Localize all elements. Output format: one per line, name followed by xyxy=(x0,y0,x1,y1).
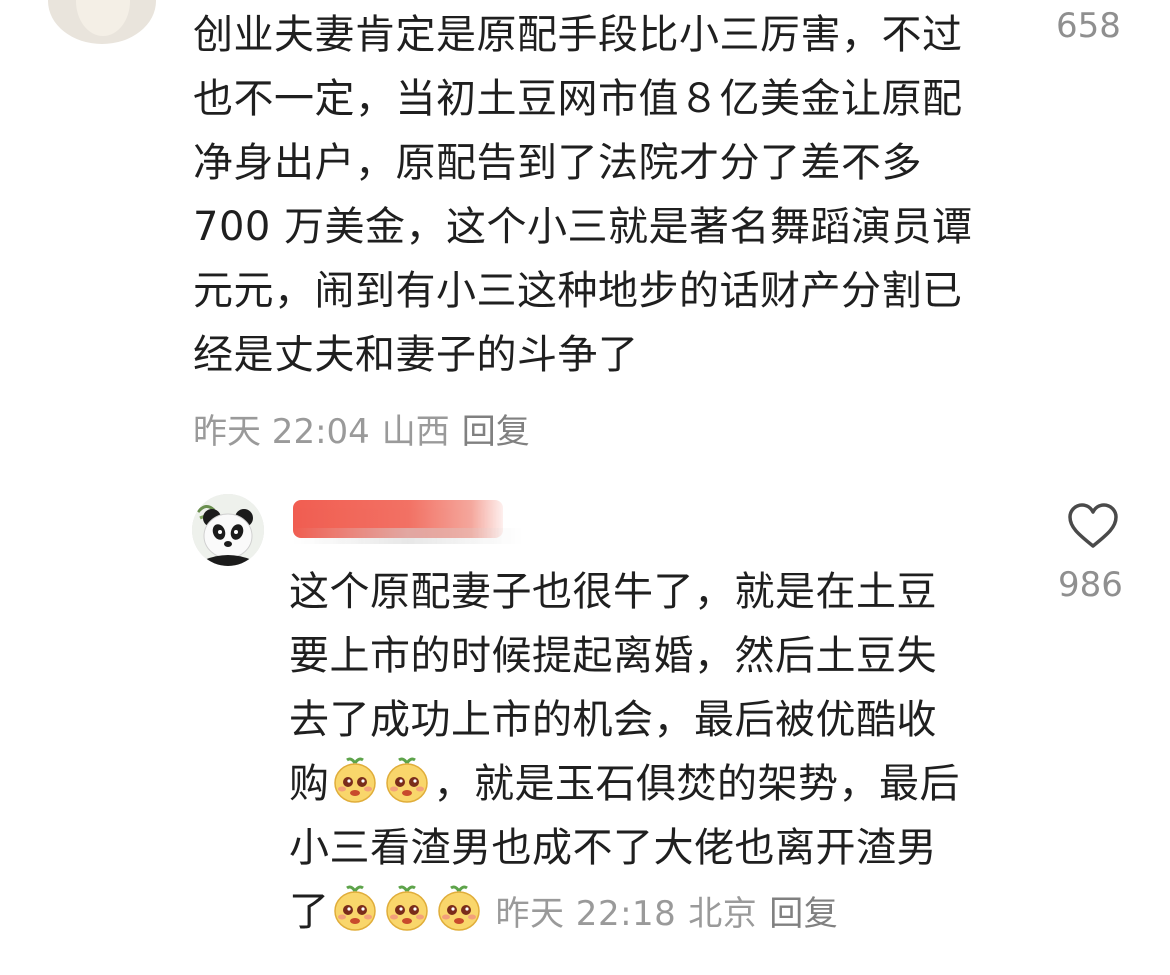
reply-comment-text: 这个原配妻子也很牛了，就是在土豆 要上市的时候提起离婚，然后土豆失 去了成功上市… xyxy=(289,560,989,946)
comment-line: 这个原配妻子也很牛了，就是在土豆 xyxy=(289,569,937,615)
timestamp: 昨天 22:04 xyxy=(193,412,370,452)
location: 北京 xyxy=(688,894,758,934)
timestamp: 昨天 22:18 xyxy=(495,894,677,934)
cute-face-emoji-icon xyxy=(385,885,428,931)
comment-line: 要上市的时候提起离婚，然后土豆失 xyxy=(289,633,937,679)
cute-face-emoji-icon xyxy=(333,757,376,803)
comment-line: 去了成功上市的机会，最后被优酷收 xyxy=(289,697,937,743)
avatar-face-graphic xyxy=(76,0,130,36)
comment-line: 净身出户，原配告到了法院才分了差不多 xyxy=(193,140,922,186)
heart-icon[interactable] xyxy=(1066,502,1120,550)
comment-line-with-emoji: 了 昨天 22:18 北京 回复 xyxy=(289,880,989,946)
comment-meta: 昨天 22:04 山西 回复 xyxy=(193,404,542,453)
comment-line: 经是丈夫和妻子的斗争了 xyxy=(193,332,639,378)
username-redacted[interactable] xyxy=(293,500,523,544)
comment-fragment: 了 xyxy=(289,889,330,935)
comment-line: 700 万美金，这个小三就是著名舞蹈演员谭 xyxy=(193,204,973,250)
cute-face-emoji-icon xyxy=(437,885,480,931)
reply-button[interactable]: 回复 xyxy=(462,412,530,452)
comment-meta: 昨天 22:18 北京 回复 xyxy=(496,894,851,934)
user-avatar[interactable] xyxy=(48,0,156,44)
cute-face-emoji-icon xyxy=(333,885,376,931)
comment-text: 创业夫妻肯定是原配手段比小三厉害，不过 也不一定，当初土豆网市值８亿美金让原配 … xyxy=(193,3,1013,387)
comment-line: 小三看渣男也成不了大佬也离开渣男 xyxy=(289,825,937,871)
cute-face-emoji-icon xyxy=(385,757,428,803)
comment-line-with-emoji: 购 ，就是玉石俱焚的架势，最后 xyxy=(289,752,989,816)
panda-avatar[interactable] xyxy=(192,494,264,566)
like-count: 658 xyxy=(1056,6,1121,46)
like-count: 986 xyxy=(1058,565,1123,605)
comment-line: 创业夫妻肯定是原配手段比小三厉害，不过 xyxy=(193,12,963,58)
comment-line: 元元，闹到有小三这种地步的话财产分割已 xyxy=(193,268,963,314)
comment-fragment: 购 xyxy=(289,761,330,807)
reply-button[interactable]: 回复 xyxy=(769,894,838,934)
location: 山西 xyxy=(381,412,450,452)
comment-fragment: ，就是玉石俱焚的架势，最后 xyxy=(433,761,960,807)
comment-line: 也不一定，当初土豆网市值８亿美金让原配 xyxy=(193,76,963,122)
panda-icon xyxy=(192,494,264,566)
